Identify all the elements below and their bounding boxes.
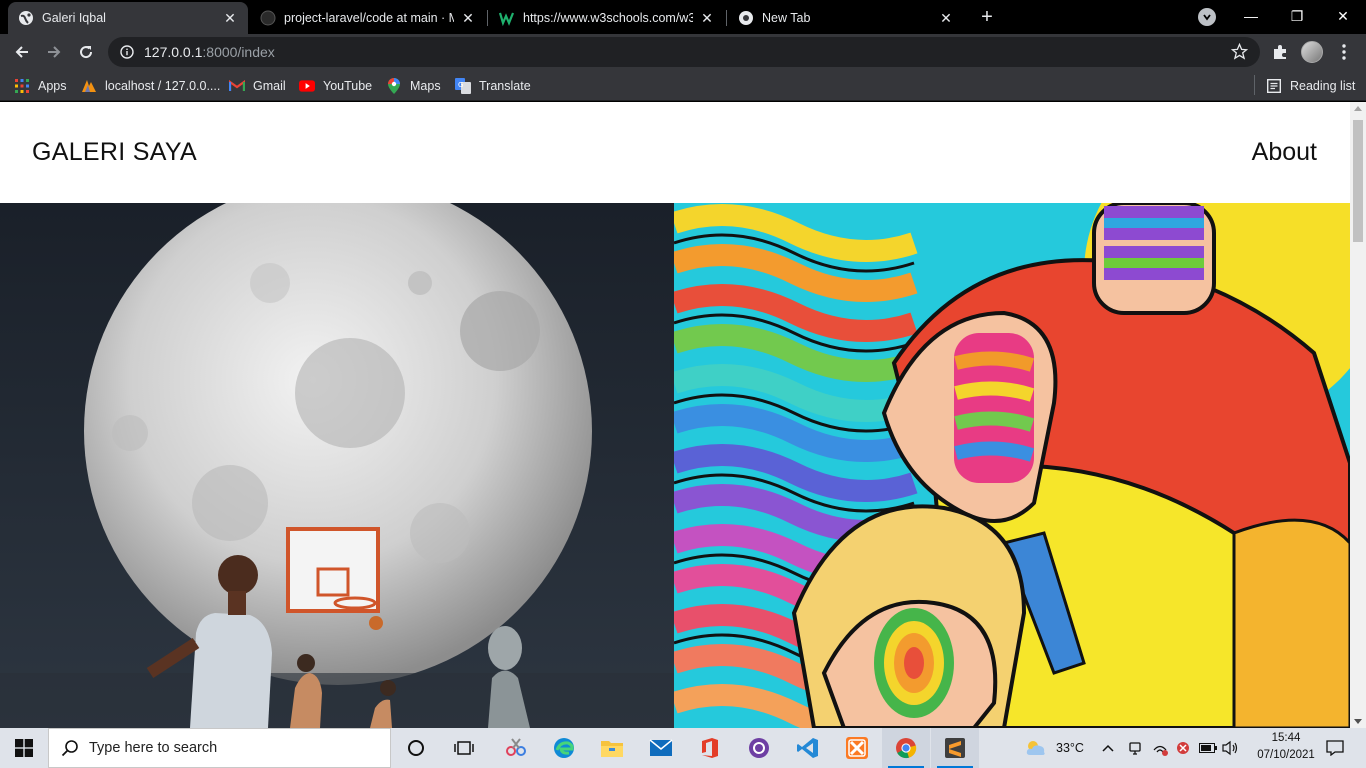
search-icon [61,739,79,757]
tab-title: https://www.w3schools.com/w3c [523,11,693,25]
tab-github[interactable]: project-laravel/code at main · Mi ✕ [250,2,486,34]
mail-icon[interactable] [637,728,685,768]
globe-icon [18,10,34,26]
bookmark-label: Gmail [253,79,286,93]
scroll-up-arrow-icon[interactable] [1354,106,1362,111]
taskbar-search-input[interactable]: Type here to search [48,728,391,768]
svg-text:G: G [458,81,463,89]
reading-list-icon [1266,78,1282,94]
profile-avatar[interactable] [1298,38,1326,66]
gmail-icon [229,78,245,94]
reading-list-label: Reading list [1290,79,1356,93]
bookmark-localhost[interactable]: localhost / 127.0.0.... [81,76,220,96]
site-title[interactable]: GALERI SAYA [32,138,197,167]
edge-icon[interactable] [540,728,588,768]
tab-close-icon[interactable]: ✕ [460,10,476,26]
url-host: 127.0.0.1 [144,44,203,60]
tab-search-icon[interactable] [1198,8,1216,26]
back-arrow-icon[interactable] [8,38,36,66]
weather-temp: 33°C [1056,741,1084,755]
volume-icon[interactable] [1222,728,1240,768]
bookmark-gmail[interactable]: Gmail [229,76,286,96]
tab-close-icon[interactable]: ✕ [938,10,954,26]
office-icon[interactable] [686,728,734,768]
weather-widget[interactable]: 33°C [1024,728,1084,768]
vscode-icon[interactable] [784,728,832,768]
taskbar-clock[interactable]: 15:44 07/10/2021 [1256,730,1316,764]
chrome-icon [738,10,754,26]
tab-title: project-laravel/code at main · Mi [284,11,454,25]
moon-basketball-image[interactable] [0,203,674,728]
bookmark-label: localhost / 127.0.0.... [105,79,221,93]
github-icon [260,10,276,26]
bookmark-youtube[interactable]: YouTube [299,76,372,96]
notification-center-icon[interactable] [1320,728,1350,768]
tab-newtab[interactable]: New Tab ✕ [728,2,964,34]
url-path: :8000/index [202,44,275,60]
site-header: GALERI SAYA About [0,102,1350,203]
bookmark-label: Apps [38,79,67,93]
page-viewport: GALERI SAYA About [0,102,1366,728]
maps-icon [386,78,402,94]
restore-button[interactable]: ❐ [1274,0,1320,32]
bookmark-translate[interactable]: G Translate [455,76,531,96]
extensions-icon[interactable] [1266,38,1294,66]
scroll-down-arrow-icon[interactable] [1354,719,1362,724]
github-desktop-icon[interactable] [735,728,783,768]
phpmyadmin-icon [81,78,97,94]
show-hidden-icons-icon[interactable] [1102,728,1114,768]
forward-arrow-icon[interactable] [40,38,68,66]
bookmarks-bar: Apps localhost / 127.0.0.... Gmail YouTu… [0,70,1366,101]
clock-time: 15:44 [1271,732,1301,744]
bookmark-label: Maps [410,79,441,93]
minimize-button[interactable]: — [1228,0,1274,32]
tab-galeri[interactable]: Galeri Iqbal ✕ [8,2,248,34]
windows-taskbar: Type here to search 33°C 15:44 07/10/202… [0,728,1366,768]
tab-w3schools[interactable]: https://www.w3schools.com/w3c ✕ [489,2,725,34]
close-window-button[interactable]: ✕ [1320,0,1366,32]
bookmark-maps[interactable]: Maps [386,76,441,96]
reading-list-button[interactable]: Reading list [1266,76,1355,96]
tab-close-icon[interactable]: ✕ [222,10,238,26]
cortana-icon[interactable] [392,728,440,768]
tab-strip: Galeri Iqbal ✕ project-laravel/code at m… [0,0,1366,34]
psychedelic-faces-image[interactable] [674,203,1350,728]
address-bar[interactable]: 127.0.0.1:8000/index [108,37,1260,67]
bookmark-star-icon[interactable] [1231,43,1248,60]
tab-title: New Tab [762,11,811,25]
apps-grid-icon [14,78,30,94]
youtube-icon [299,78,315,94]
task-view-icon[interactable] [440,728,488,768]
new-tab-button[interactable]: + [976,6,998,28]
menu-dots-icon[interactable] [1330,38,1358,66]
tab-close-icon[interactable]: ✕ [699,10,715,26]
file-explorer-icon[interactable] [588,728,636,768]
network-icon[interactable] [1152,728,1170,768]
clock-date: 07/10/2021 [1257,749,1315,761]
taskbar-search-placeholder: Type here to search [89,740,218,756]
bookmark-label: YouTube [323,79,373,93]
snipping-icon[interactable] [492,728,540,768]
reload-icon[interactable] [72,38,100,66]
info-icon[interactable] [120,45,134,59]
gallery-grid [0,203,1350,728]
weather-cloud-icon [1024,739,1048,757]
browser-toolbar: 127.0.0.1:8000/index [0,34,1366,70]
page-scrollbar[interactable] [1350,102,1366,728]
battery-icon[interactable] [1199,728,1217,768]
w3schools-icon [499,10,515,26]
bookmark-apps[interactable]: Apps [14,76,67,96]
tab-title: Galeri Iqbal [42,11,106,25]
translate-icon: G [455,78,471,94]
xampp-icon[interactable] [833,728,881,768]
sublime-icon[interactable] [931,728,979,768]
scrollbar-thumb[interactable] [1353,120,1363,242]
no-internet-icon[interactable] [1175,728,1191,768]
meet-now-icon[interactable] [1127,728,1143,768]
bookmark-label: Translate [479,79,531,93]
chrome-taskbar-icon[interactable] [882,728,930,768]
windows-start-icon[interactable] [0,728,48,768]
nav-about-link[interactable]: About [1252,138,1317,167]
